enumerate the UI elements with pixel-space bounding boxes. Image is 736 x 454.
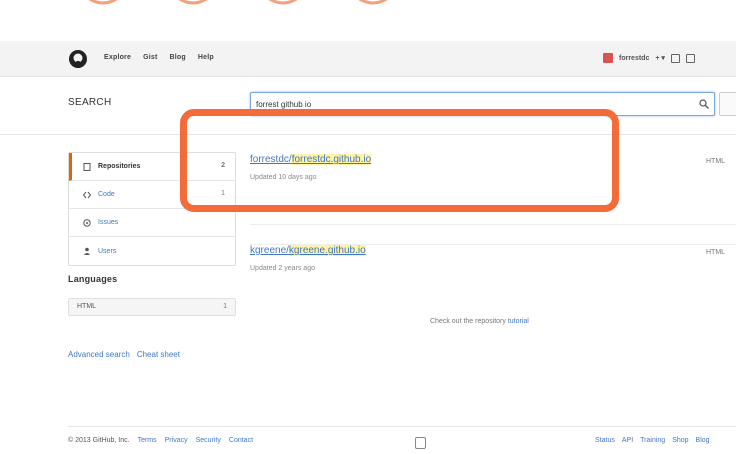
issue-icon — [83, 218, 91, 227]
copyright: © 2013 GitHub, Inc. — [68, 437, 130, 444]
footer-right-links: Status API Training Shop Blog — [595, 437, 710, 444]
footer-link-terms[interactable]: Terms — [138, 437, 157, 444]
sidebar-item-users[interactable]: Users — [69, 237, 235, 265]
language-name: HTML — [77, 303, 97, 310]
tutorial-link[interactable]: tutorial — [508, 318, 529, 325]
language-count: 1 — [223, 303, 227, 310]
username[interactable]: forrestdc — [619, 55, 649, 62]
settings-icon[interactable] — [670, 53, 680, 63]
github-logo-icon[interactable] — [68, 49, 88, 69]
result-divider — [250, 224, 736, 225]
cheat-sheet-link[interactable]: Cheat sheet — [137, 350, 180, 359]
page-title: SEARCH — [68, 97, 112, 108]
sidebar-item-label: Users — [98, 247, 117, 255]
footer-link-blog[interactable]: Blog — [696, 437, 710, 444]
orange-highlight-box — [180, 109, 619, 212]
footer-link-api[interactable]: API — [622, 437, 633, 444]
repo-updated: Updated 2 years ago — [250, 265, 315, 272]
footer-left-links: © 2013 GitHub, Inc. Terms Privacy Securi… — [68, 437, 253, 444]
nav-gist[interactable]: Gist — [143, 54, 157, 61]
footer-link-privacy[interactable]: Privacy — [165, 437, 188, 444]
tutorial-note: Check out the repository tutorial — [430, 318, 529, 325]
main-nav: Explore Gist Blog Help — [104, 54, 214, 61]
sidebar-item-issues[interactable]: Issues — [69, 209, 235, 237]
nav-help[interactable]: Help — [198, 54, 214, 61]
search-help-links: Advanced search Cheat sheet — [68, 350, 180, 359]
note-text: Check out the repository — [430, 318, 506, 325]
repo-language: HTML — [706, 158, 726, 165]
footer-divider — [68, 426, 736, 427]
code-icon — [83, 191, 91, 198]
sidebar-item-label: Code — [98, 191, 115, 198]
footer-octocat-icon[interactable] — [415, 437, 426, 449]
repo-name: kgreene.github.io — [288, 245, 366, 256]
create-new-menu[interactable]: + ▾ — [655, 54, 665, 62]
user-icon — [84, 247, 90, 255]
repo-result-link[interactable]: kgreene/kgreene.github.io — [250, 245, 736, 256]
language-filter-html[interactable]: HTML 1 — [68, 298, 236, 316]
repo-icon — [83, 162, 91, 171]
top-header-bar: Explore Gist Blog Help forrestdc + ▾ — [0, 41, 736, 77]
nav-explore[interactable]: Explore — [104, 54, 131, 61]
sidebar-item-label: Repositories — [98, 163, 141, 170]
footer-link-training[interactable]: Training — [640, 437, 665, 444]
orange-annotation-scribble — [88, 0, 388, 5]
languages-heading: Languages — [68, 274, 118, 284]
user-area: forrestdc + ▾ — [603, 53, 695, 63]
avatar[interactable] — [603, 53, 613, 63]
footer-link-contact[interactable]: Contact — [229, 437, 253, 444]
sign-out-icon[interactable] — [685, 53, 695, 63]
nav-blog[interactable]: Blog — [170, 54, 186, 61]
search-icon[interactable] — [699, 99, 709, 109]
list-item: kgreene/kgreene.github.io Updated 2 year… — [250, 244, 736, 272]
repo-language: HTML — [706, 249, 726, 256]
sidebar-item-label: Issues — [98, 219, 119, 226]
search-button[interactable] — [719, 92, 736, 116]
footer-link-status[interactable]: Status — [595, 437, 615, 444]
advanced-search-link[interactable]: Advanced search — [68, 350, 130, 359]
footer-link-shop[interactable]: Shop — [672, 437, 688, 444]
footer-link-security[interactable]: Security — [196, 437, 221, 444]
repo-owner: kgreene/ — [250, 245, 289, 256]
